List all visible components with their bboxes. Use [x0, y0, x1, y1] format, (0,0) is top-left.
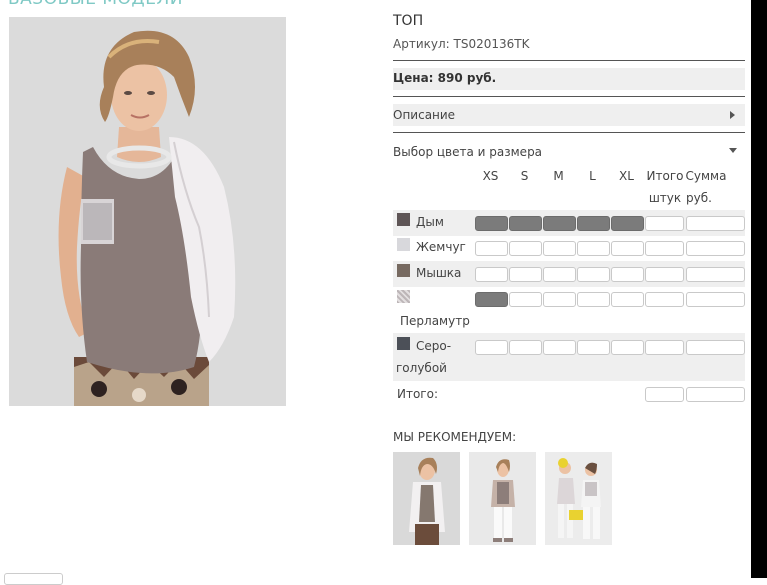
total-pcs-header: Итого: [646, 169, 684, 183]
qty-input[interactable]: [475, 292, 508, 307]
qty-input[interactable]: [611, 292, 644, 307]
color-name: Перламутр: [400, 314, 470, 328]
qty-input[interactable]: [577, 241, 610, 256]
size-header: M: [553, 169, 564, 183]
qty-input[interactable]: [509, 267, 542, 282]
qty-input[interactable]: [577, 216, 610, 231]
color-swatch: [397, 238, 410, 251]
caret-down-icon: [729, 148, 737, 153]
total-pcs-field: [645, 216, 684, 231]
product-name: ТОП: [393, 13, 424, 29]
qty-input[interactable]: [509, 216, 542, 231]
recommended-product-thumb[interactable]: [469, 452, 536, 545]
color-name: голубой: [396, 361, 447, 375]
section-title: БАЗОВЫЕ МОДЕЛИ: [8, 0, 183, 9]
qty-input[interactable]: [543, 216, 576, 231]
grand-total-pcs-field: [645, 387, 684, 402]
color-swatch: [397, 290, 410, 303]
qty-input[interactable]: [611, 216, 644, 231]
qty-input[interactable]: [509, 241, 542, 256]
bottom-button[interactable]: [4, 573, 63, 585]
sum-field: [686, 267, 745, 282]
divider: [393, 132, 745, 133]
grand-total-sum-field: [686, 387, 745, 402]
recommended-product-thumb[interactable]: [545, 452, 612, 545]
main-product-photo[interactable]: [9, 17, 286, 406]
description-label: Описание: [393, 108, 456, 122]
window-edge-bar: [751, 0, 767, 578]
size-header: XS: [482, 169, 499, 183]
qty-input[interactable]: [577, 340, 610, 355]
total-pcs-field: [645, 292, 684, 307]
qty-input[interactable]: [543, 267, 576, 282]
sum-header: Сумма: [685, 169, 727, 183]
product-article: Артикул: TS020136TK: [393, 37, 530, 51]
qty-input[interactable]: [577, 267, 610, 282]
color-swatch: [397, 213, 410, 226]
qty-input[interactable]: [543, 292, 576, 307]
color-name: Жемчуг: [416, 240, 466, 254]
divider: [393, 60, 745, 61]
qty-input[interactable]: [475, 216, 508, 231]
qty-input[interactable]: [611, 241, 644, 256]
qty-input[interactable]: [509, 292, 542, 307]
qty-input[interactable]: [475, 241, 508, 256]
qty-input[interactable]: [543, 241, 576, 256]
sum-field: [686, 216, 745, 231]
size-header: L: [589, 169, 596, 183]
color-name: Дым: [416, 215, 444, 229]
total-pcs-header: штук: [648, 191, 682, 205]
color-size-toggle[interactable]: Выбор цвета и размера: [393, 141, 745, 163]
sum-field: [686, 340, 745, 355]
total-pcs-field: [645, 340, 684, 355]
qty-input[interactable]: [509, 340, 542, 355]
total-label: Итого:: [397, 387, 438, 401]
divider: [393, 96, 745, 97]
qty-input[interactable]: [577, 292, 610, 307]
qty-input[interactable]: [611, 267, 644, 282]
qty-input[interactable]: [611, 340, 644, 355]
total-pcs-field: [645, 241, 684, 256]
color-swatch: [397, 264, 410, 277]
recommended-product-thumb[interactable]: [393, 452, 460, 545]
sum-field: [686, 292, 745, 307]
color-name: Мышка: [416, 266, 462, 280]
qty-input[interactable]: [475, 340, 508, 355]
qty-input[interactable]: [475, 267, 508, 282]
description-toggle[interactable]: Описание: [393, 104, 745, 126]
sum-field: [686, 241, 745, 256]
size-header: S: [520, 169, 529, 183]
recommend-title: МЫ РЕКОМЕНДУЕМ:: [393, 430, 517, 444]
qty-input[interactable]: [543, 340, 576, 355]
color-size-label: Выбор цвета и размера: [393, 145, 543, 159]
product-price: Цена: 890 руб.: [393, 71, 497, 85]
sum-header: руб.: [686, 191, 712, 205]
total-pcs-field: [645, 267, 684, 282]
size-header: XL: [619, 169, 634, 183]
price-row: Цена: 890 руб.: [393, 68, 745, 90]
caret-right-icon: [730, 111, 735, 119]
color-swatch: [397, 337, 410, 350]
color-name: Серо-: [416, 339, 452, 353]
